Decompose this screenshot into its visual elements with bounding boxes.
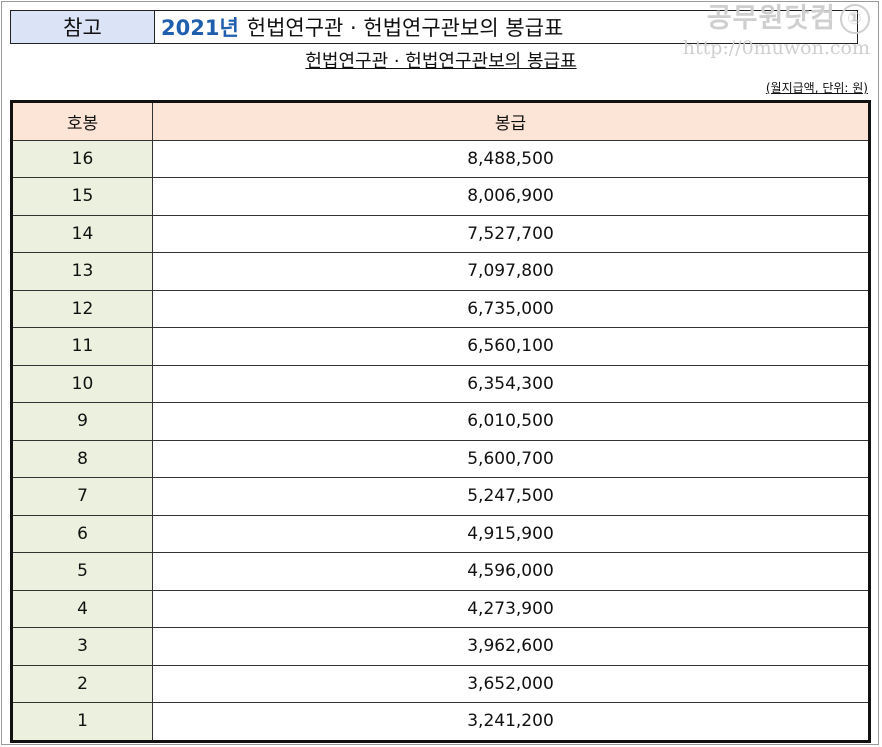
pay-cell: 5,600,700 <box>152 439 870 478</box>
pay-cell: 4,915,900 <box>152 514 870 553</box>
pay-cell: 4,273,900 <box>152 589 870 628</box>
table-row: 16 8,488,500 <box>11 139 870 178</box>
table-row: 1 3,241,200 <box>11 702 870 742</box>
table-row: 15 8,006,900 <box>11 177 870 216</box>
salary-table: 호봉 봉급 16 8,488,500 15 8,006,900 14 7,527,700 1… <box>10 100 871 743</box>
table-row: 4 4,273,900 <box>11 589 870 628</box>
unit-note: (월지급액, 단위: 원) <box>765 81 868 95</box>
pay-cell: 8,488,500 <box>152 139 870 178</box>
table-row: 11 6,560,100 <box>11 327 870 366</box>
step-cell: 5 <box>11 552 153 591</box>
reference-tag: 참고 <box>11 11 155 43</box>
table-row: 14 7,527,700 <box>11 214 870 253</box>
pay-cell: 7,097,800 <box>152 252 870 291</box>
step-cell: 13 <box>11 252 153 291</box>
table-row: 8 5,600,700 <box>11 439 870 478</box>
watermark-logo: 공무원닷컴 ① <box>683 4 870 34</box>
step-cell: 2 <box>11 664 153 703</box>
table-subtitle: 헌법연구관 · 헌법연구관보의 봉급표 <box>305 51 577 72</box>
table-row: 13 7,097,800 <box>11 252 870 291</box>
pay-cell: 8,006,900 <box>152 177 870 216</box>
pay-cell: 4,596,000 <box>152 552 870 591</box>
pay-cell: 6,354,300 <box>152 364 870 403</box>
step-cell: 6 <box>11 514 153 553</box>
watermark-badge-icon: ① <box>840 4 870 34</box>
table-row: 5 4,596,000 <box>11 552 870 591</box>
step-cell: 1 <box>11 702 153 742</box>
step-cell: 8 <box>11 439 153 478</box>
table-row: 9 6,010,500 <box>11 402 870 441</box>
watermark-name: 공무원닷컴 <box>706 3 836 34</box>
step-cell: 12 <box>11 289 153 328</box>
step-cell: 10 <box>11 364 153 403</box>
step-cell: 9 <box>11 402 153 441</box>
column-header-pay: 봉급 <box>152 101 870 141</box>
step-cell: 3 <box>11 627 153 666</box>
title-text: 헌법연구관 · 헌법연구관보의 봉급표 <box>246 16 564 40</box>
pay-cell: 3,652,000 <box>152 664 870 703</box>
pay-cell: 6,010,500 <box>152 402 870 441</box>
step-cell: 7 <box>11 477 153 516</box>
table-header-row: 호봉 봉급 <box>11 101 870 141</box>
pay-cell: 3,241,200 <box>152 702 870 742</box>
table-row: 2 3,652,000 <box>11 664 870 703</box>
table-row: 7 5,247,500 <box>11 477 870 516</box>
step-cell: 4 <box>11 589 153 628</box>
step-cell: 14 <box>11 214 153 253</box>
step-cell: 11 <box>11 327 153 366</box>
title-year: 2021년 <box>161 16 239 40</box>
column-header-step: 호봉 <box>11 101 153 141</box>
pay-cell: 6,735,000 <box>152 289 870 328</box>
table-row: 3 3,962,600 <box>11 627 870 666</box>
table-row: 12 6,735,000 <box>11 289 870 328</box>
pay-cell: 5,247,500 <box>152 477 870 516</box>
pay-cell: 6,560,100 <box>152 327 870 366</box>
step-cell: 16 <box>11 139 153 178</box>
step-cell: 15 <box>11 177 153 216</box>
table-row: 6 4,915,900 <box>11 514 870 553</box>
pay-cell: 7,527,700 <box>152 214 870 253</box>
table-row: 10 6,354,300 <box>11 364 870 403</box>
pay-cell: 3,962,600 <box>152 627 870 666</box>
